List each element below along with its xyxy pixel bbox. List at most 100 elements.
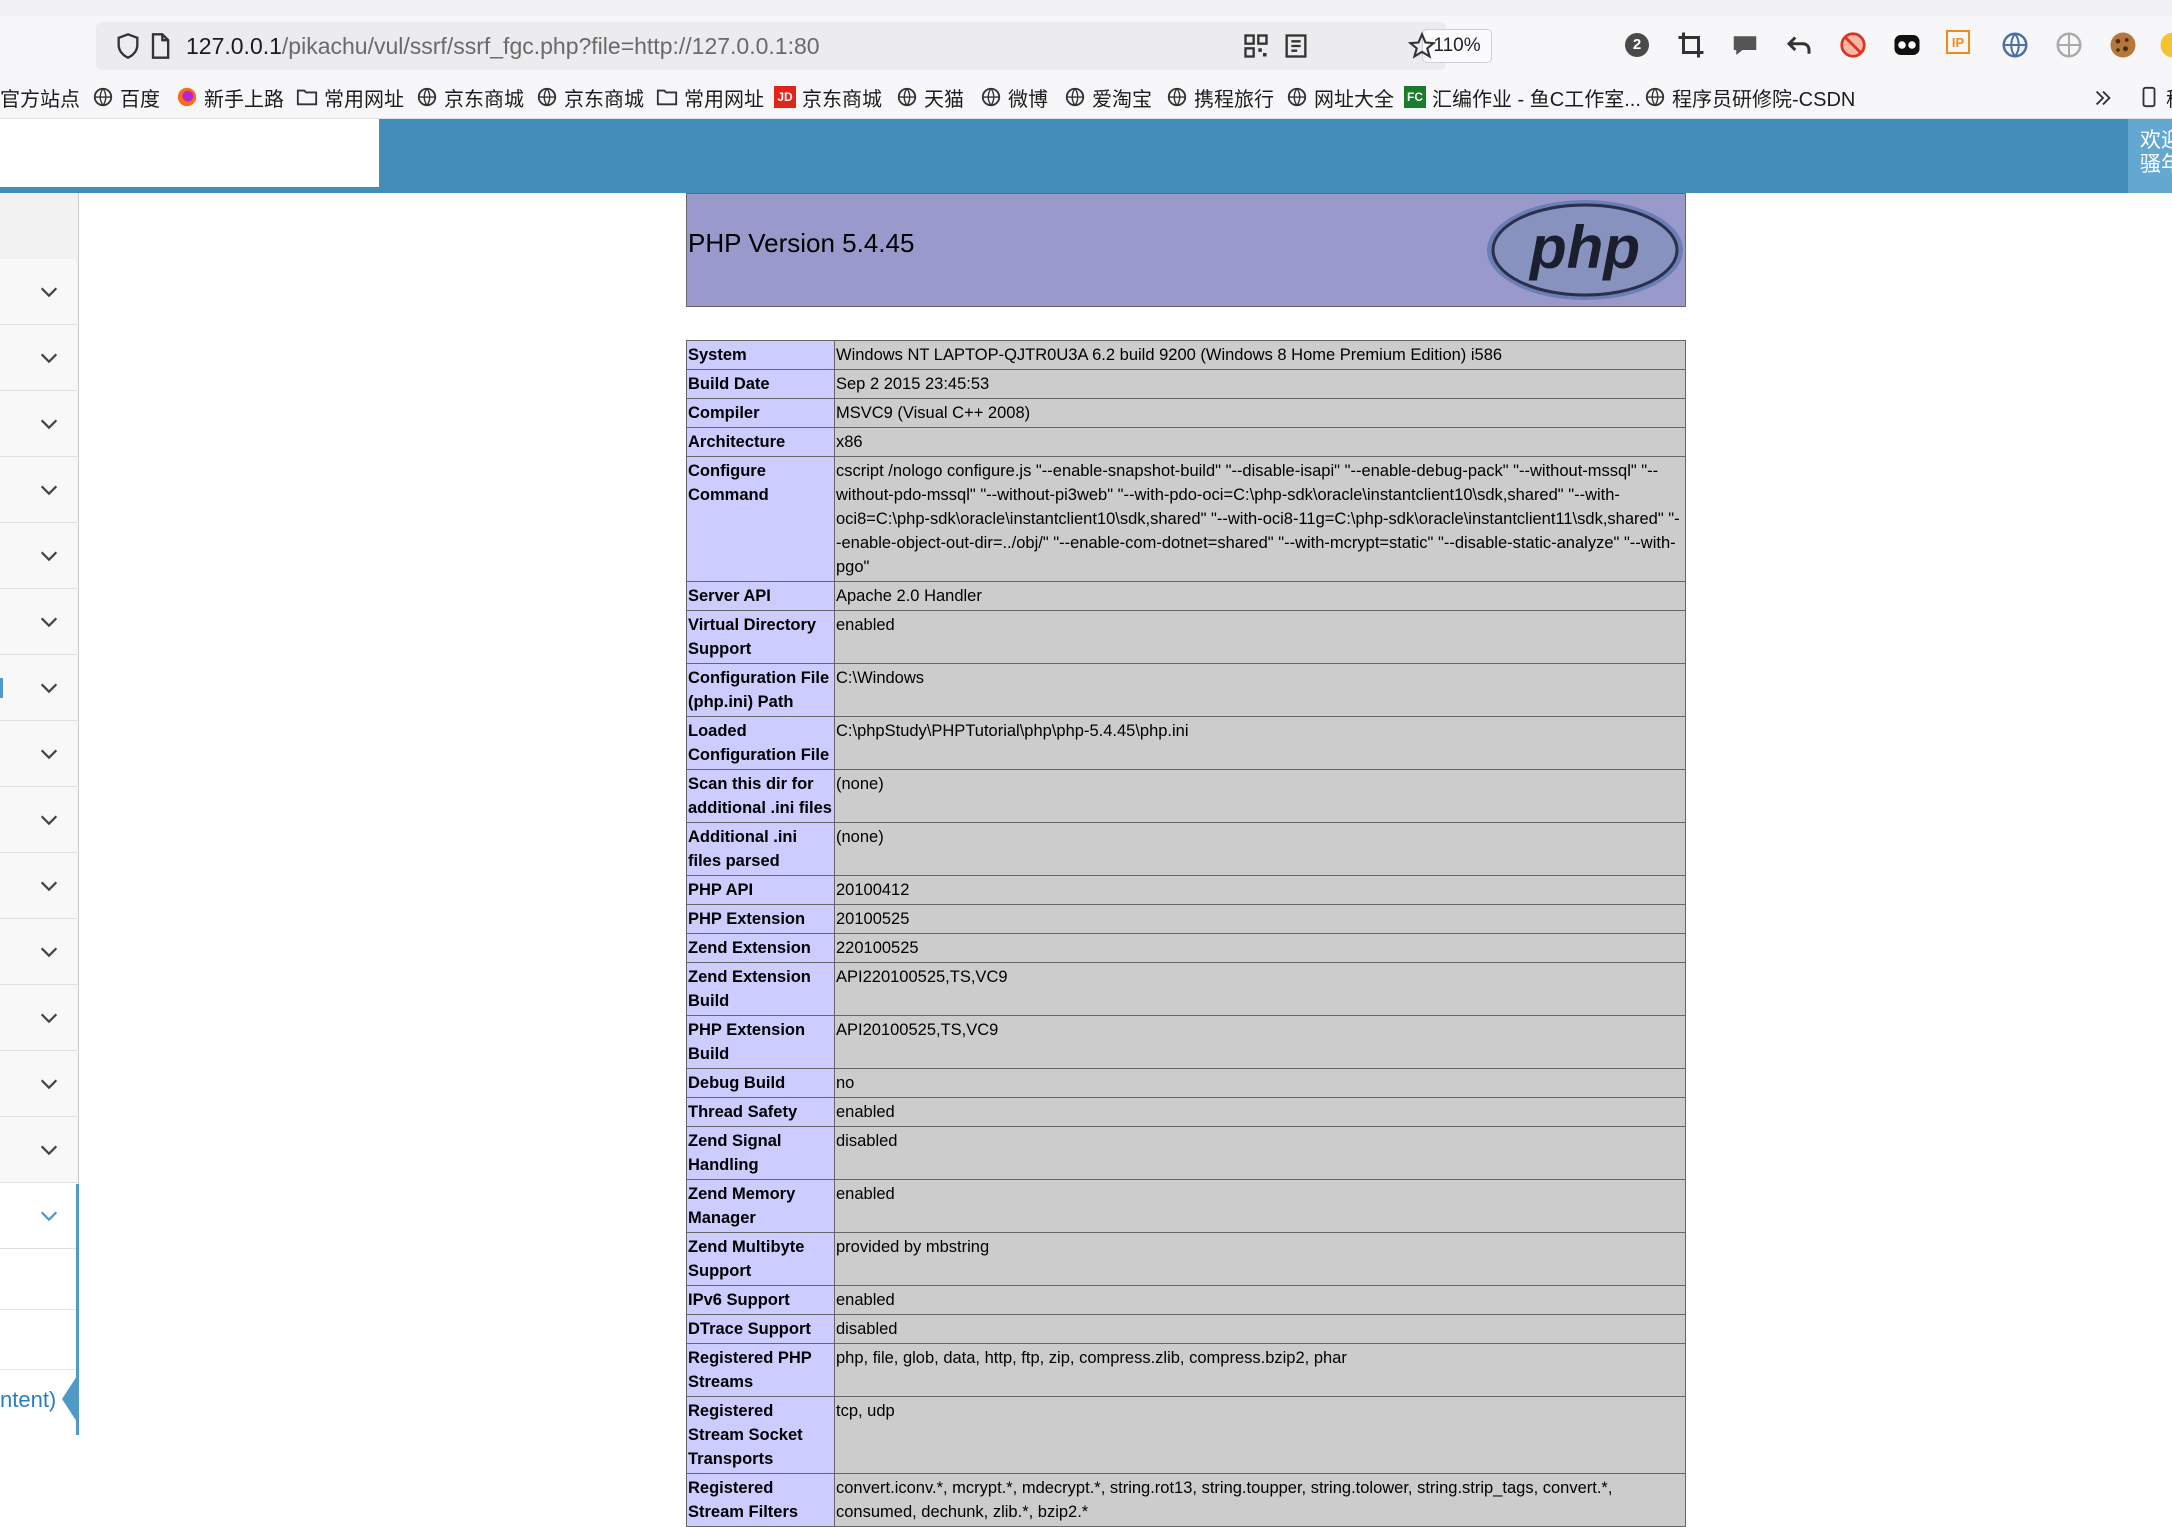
phpinfo-header: PHP Version 5.4.45 php — [686, 193, 1686, 307]
sidebar-menu-item[interactable] — [0, 1117, 77, 1183]
globe-icon — [1644, 86, 1666, 108]
bookmark-item[interactable]: 程序员研修院-CSDN — [1644, 84, 1855, 110]
globe-icon — [1286, 86, 1308, 108]
chevron-down-icon — [38, 1205, 60, 1227]
reader-view-icon[interactable] — [1282, 32, 1310, 60]
globe-icon — [536, 86, 558, 108]
phpinfo-value: 220100525 — [835, 934, 1686, 963]
submenu-item[interactable] — [0, 1249, 76, 1310]
phpinfo-row: PHP Extension BuildAPI20100525,TS,VC9 — [687, 1016, 1686, 1069]
sidebar-menu-item[interactable] — [0, 655, 77, 721]
bookmark-label: 程序员研修院-CSDN — [1672, 83, 1855, 112]
phpinfo-row: Registered Stream Filtersconvert.iconv.*… — [687, 1474, 1686, 1527]
globe-grid-icon[interactable] — [2000, 30, 2030, 60]
phpinfo-row: Registered PHP Streamsphp, file, glob, d… — [687, 1344, 1686, 1397]
globe-icon — [896, 86, 918, 108]
bookmark-item[interactable]: 京东商城 — [416, 84, 524, 110]
shield-icon[interactable] — [114, 32, 142, 60]
welcome-box[interactable]: 欢迎 骚年 — [2128, 119, 2172, 193]
sidebar-menu-item[interactable] — [0, 1051, 77, 1117]
phpinfo-key: Compiler — [687, 399, 835, 428]
php-version-title: PHP Version 5.4.45 — [688, 228, 914, 259]
bookmark-label: 新手上路 — [204, 83, 284, 112]
chevron-down-icon — [38, 1139, 60, 1161]
bookmark-item[interactable]: 常用网址 — [296, 84, 404, 110]
sidebar-menu-item[interactable] — [0, 787, 77, 853]
phpinfo-value: convert.iconv.*, mcrypt.*, mdecrypt.*, s… — [835, 1474, 1686, 1527]
bookmark-item[interactable]: JD京东商城 — [774, 84, 882, 110]
sidebar-menu-item[interactable] — [0, 919, 77, 985]
gray-globe-icon[interactable] — [2054, 30, 2084, 60]
phpinfo-key: IPv6 Support — [687, 1286, 835, 1315]
no-tracking-icon[interactable] — [1838, 30, 1868, 60]
phpinfo-value: Sep 2 2015 23:45:53 — [835, 370, 1686, 399]
phpinfo-value: enabled — [835, 1286, 1686, 1315]
sidebar-menu-item[interactable] — [0, 1183, 77, 1249]
phpinfo-value: 20100412 — [835, 876, 1686, 905]
bookmark-item[interactable]: 京东商城 — [536, 84, 644, 110]
bookmark-label: 京东商城 — [564, 83, 644, 112]
bookmark-label: 京东商城 — [802, 83, 882, 112]
chevron-down-icon — [38, 545, 60, 567]
phpinfo-row: Zend Signal Handlingdisabled — [687, 1127, 1686, 1180]
php-logo[interactable]: php — [1485, 198, 1685, 302]
ip-icon[interactable]: IP — [1946, 30, 1970, 54]
sidebar-menu-item[interactable] — [0, 523, 77, 589]
submenu-item[interactable] — [0, 1309, 76, 1370]
submenu-active-label[interactable]: ntent) — [0, 1387, 56, 1413]
sidebar-menu-item[interactable] — [0, 259, 77, 325]
phpinfo-value: php, file, glob, data, http, ftp, zip, c… — [835, 1344, 1686, 1397]
phpinfo-row: Architecturex86 — [687, 428, 1686, 457]
bookmark-label: 爱淘宝 — [1092, 83, 1152, 112]
cookie-icon[interactable] — [2108, 30, 2138, 60]
bookmark-item[interactable]: FC汇编作业 - 鱼C工作室... — [1404, 84, 1641, 110]
phpinfo-value: C:\Windows — [835, 664, 1686, 717]
mobile-icon — [2138, 86, 2160, 108]
color-wheel-icon[interactable] — [2158, 30, 2172, 60]
sidebar-menu-item[interactable] — [0, 391, 77, 457]
phpinfo-key: Virtual Directory Support — [687, 611, 835, 664]
bookmark-item[interactable]: 常用网址 — [656, 84, 764, 110]
bookmark-item[interactable]: 微博 — [980, 84, 1048, 110]
bookmark-item[interactable]: 官方站点 — [0, 84, 80, 110]
phpinfo-value: disabled — [835, 1315, 1686, 1344]
chevron-down-icon — [38, 479, 60, 501]
bookmark-item[interactable]: 新手上路 — [176, 84, 284, 110]
bookmark-item[interactable]: 爱淘宝 — [1064, 84, 1152, 110]
chevron-down-icon — [38, 1007, 60, 1029]
bookmark-item[interactable]: 百度 — [92, 84, 160, 110]
sidebar-menu-item[interactable] — [0, 853, 77, 919]
sidebar-menu-item[interactable] — [0, 721, 77, 787]
phpinfo-row: Zend Extension220100525 — [687, 934, 1686, 963]
ghost-icon[interactable] — [1892, 30, 1922, 60]
phpinfo-row: Configure Commandcscript /nologo configu… — [687, 457, 1686, 582]
sidebar-menu-item[interactable] — [0, 457, 77, 523]
phpinfo-value: disabled — [835, 1127, 1686, 1180]
badge-2-icon[interactable]: 2 — [1622, 30, 1652, 60]
phpinfo-row: Zend Extension BuildAPI220100525,TS,VC9 — [687, 963, 1686, 1016]
phpinfo-key: Registered PHP Streams — [687, 1344, 835, 1397]
chevron-double-right-icon[interactable] — [2092, 87, 2114, 109]
url-text[interactable]: 127.0.0.1/pikachu/vul/ssrf/ssrf_fgc.php?… — [186, 33, 820, 60]
page-icon[interactable] — [146, 32, 174, 60]
phpinfo-row: PHP Extension20100525 — [687, 905, 1686, 934]
phpinfo-row: Configuration File (php.ini) PathC:\Wind… — [687, 664, 1686, 717]
bookmark-item[interactable]: 携程旅行 — [1166, 84, 1274, 110]
address-bar[interactable]: 127.0.0.1/pikachu/vul/ssrf/ssrf_fgc.php?… — [96, 22, 1446, 70]
site-logo-area — [0, 119, 379, 187]
bookmark-overflow-item[interactable]: 移 — [2138, 84, 2172, 110]
bookmark-label: 百度 — [120, 83, 160, 112]
chat-icon[interactable] — [1730, 30, 1760, 60]
phpinfo-value: provided by mbstring — [835, 1233, 1686, 1286]
qr-code-icon[interactable] — [1242, 32, 1270, 60]
bookmark-star-icon[interactable] — [1408, 32, 1436, 60]
sidebar-menu-item[interactable] — [0, 325, 77, 391]
undo-icon[interactable] — [1784, 30, 1814, 60]
bookmark-item[interactable]: 天猫 — [896, 84, 964, 110]
sidebar-menu-item[interactable] — [0, 589, 77, 655]
phpinfo-row: Zend Multibyte Supportprovided by mbstri… — [687, 1233, 1686, 1286]
phpinfo-key: Configure Command — [687, 457, 835, 582]
sidebar-menu-item[interactable] — [0, 985, 77, 1051]
bookmark-item[interactable]: 网址大全 — [1286, 84, 1394, 110]
crop-icon[interactable] — [1676, 30, 1706, 60]
